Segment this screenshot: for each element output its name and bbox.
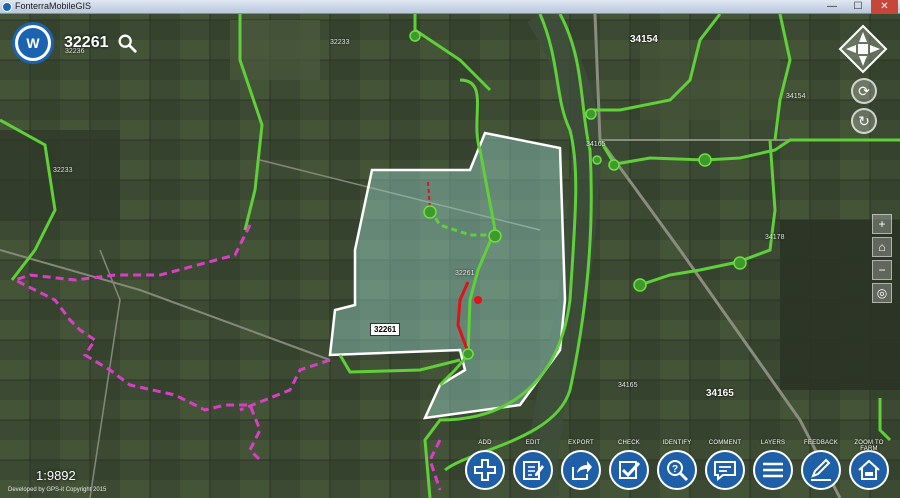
map-label: 34165 [586, 141, 606, 148]
check-label: CHECK [617, 440, 640, 446]
compass-pan-control[interactable] [838, 24, 888, 74]
map-scale: 1:9892 [36, 468, 76, 483]
search-icon[interactable] [116, 32, 138, 54]
layers-icon [763, 462, 783, 478]
map-label: 34178 [765, 234, 785, 241]
check-icon [619, 461, 641, 479]
copyright-credit: Developed by GPS-it Copyright 2015 [8, 487, 107, 493]
zoom-out-button[interactable]: − [872, 260, 892, 280]
feedback-button[interactable]: FEEDBACK [798, 440, 844, 490]
zoom-in-button[interactable]: + [872, 214, 892, 234]
identify-label: IDENTIFY [662, 440, 692, 446]
close-button[interactable]: ✕ [871, 0, 898, 14]
layers-button[interactable]: LAYERS [750, 440, 796, 490]
zoom-to-farm-label: ZOOM TO FARM [854, 440, 884, 452]
feedback-label: FEEDBACK [804, 440, 838, 446]
edit-icon [523, 461, 544, 480]
farm-id-title: 32261 [64, 34, 109, 51]
home-extent-button[interactable]: ⌂ [872, 237, 892, 257]
check-button[interactable]: CHECK [606, 440, 652, 490]
map-label: 34165 [618, 382, 638, 389]
app-icon [2, 2, 12, 12]
add-label: ADD [478, 440, 492, 446]
feedback-icon [811, 458, 831, 481]
identify-button[interactable]: IDENTIFY ? [654, 440, 700, 490]
map-view[interactable]: 32233 32236 32233 34154 34154 34165 3417… [0, 14, 900, 498]
minimize-button[interactable]: — [820, 0, 844, 14]
comment-label: COMMENT [708, 440, 742, 446]
window-title: FonterraMobileGIS [15, 1, 92, 11]
app-logo[interactable]: W [12, 22, 54, 64]
layers-label: LAYERS [760, 440, 786, 446]
map-label: 32261 [455, 270, 475, 277]
aerial-imagery [0, 14, 900, 498]
identify-icon: ? [667, 460, 689, 482]
window-titlebar: FonterraMobileGIS — ☐ ✕ [0, 0, 900, 14]
locate-button[interactable]: ◎ [872, 283, 892, 303]
svg-text:?: ? [672, 464, 678, 475]
map-label: 34165 [706, 388, 734, 399]
edit-label: EDIT [525, 440, 541, 446]
parcel-id-tag[interactable]: 32261 [370, 323, 401, 336]
map-label: 34154 [786, 93, 806, 100]
map-label: 34154 [630, 34, 658, 45]
refresh-button[interactable]: ⟳ [851, 78, 877, 104]
rotate-button[interactable]: ↻ [851, 108, 877, 134]
map-label: 32233 [53, 167, 73, 174]
maximize-button[interactable]: ☐ [846, 0, 870, 14]
map-label: 32233 [330, 39, 350, 46]
zoom-to-farm-button[interactable]: ZOOM TO FARM [846, 440, 892, 490]
comment-button[interactable]: COMMENT [702, 440, 748, 490]
export-icon [572, 461, 592, 480]
home-icon [858, 459, 880, 480]
export-label: EXPORT [568, 440, 594, 446]
logo-letter: W [18, 28, 48, 58]
add-button[interactable]: ADD [462, 440, 508, 490]
comment-icon [714, 461, 736, 482]
export-button[interactable]: EXPORT [558, 440, 604, 490]
edit-button[interactable]: EDIT [510, 440, 556, 490]
add-icon [474, 459, 496, 481]
